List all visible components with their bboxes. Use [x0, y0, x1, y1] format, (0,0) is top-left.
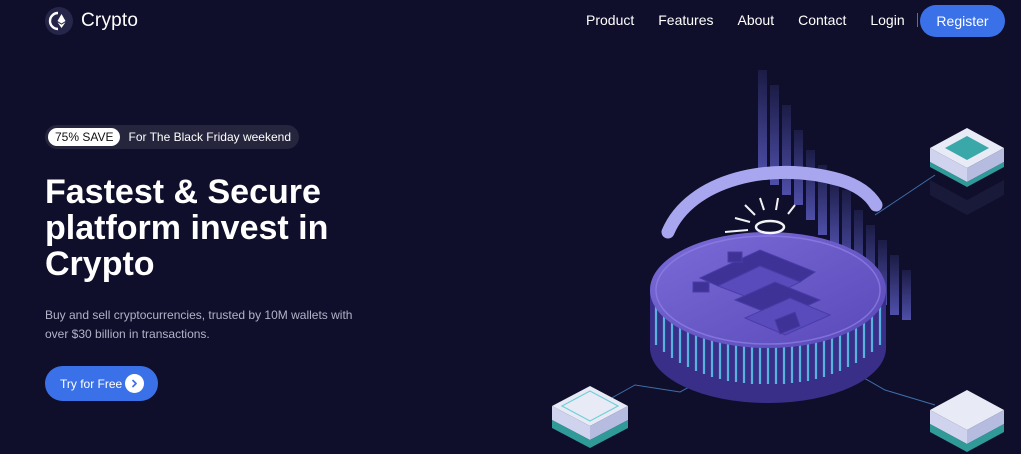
brand-logo[interactable]: Crypto	[45, 6, 138, 36]
ethereum-logo-icon	[45, 7, 73, 35]
sparkle-ring	[724, 197, 796, 235]
nav-divider	[916, 13, 918, 27]
brand-name: Crypto	[81, 10, 139, 31]
promo-text: For The Black Friday weekend	[128, 130, 291, 144]
cube-bottom-right	[930, 390, 1004, 452]
navbar: Crypto Product Features About Contact Lo…	[0, 0, 1021, 44]
nav-link-product[interactable]: Product	[586, 12, 634, 28]
promo-banner: 75% SAVE For The Black Friday weekend	[45, 125, 299, 149]
bitcoin-coin-isometric-icon	[552, 70, 1004, 452]
nav-link-contact[interactable]: Contact	[798, 12, 846, 28]
chevron-right-icon	[125, 374, 144, 393]
hero-title: Fastest & Secure platform invest in Cryp…	[45, 173, 329, 283]
nav-link-features[interactable]: Features	[658, 12, 713, 28]
nav-link-about[interactable]: About	[738, 12, 775, 28]
nav-link-login[interactable]: Login	[870, 12, 904, 28]
try-for-free-button[interactable]: Try for Free	[45, 366, 158, 401]
register-button[interactable]: Register	[920, 5, 1005, 37]
nav-links: Product Features About Contact Login	[586, 12, 930, 28]
promo-badge: 75% SAVE	[48, 128, 121, 146]
hero-subtitle: Buy and sell cryptocurrencies, trusted b…	[45, 308, 353, 341]
cube-top-right	[930, 128, 1004, 215]
cta-label: Try for Free	[60, 376, 123, 391]
